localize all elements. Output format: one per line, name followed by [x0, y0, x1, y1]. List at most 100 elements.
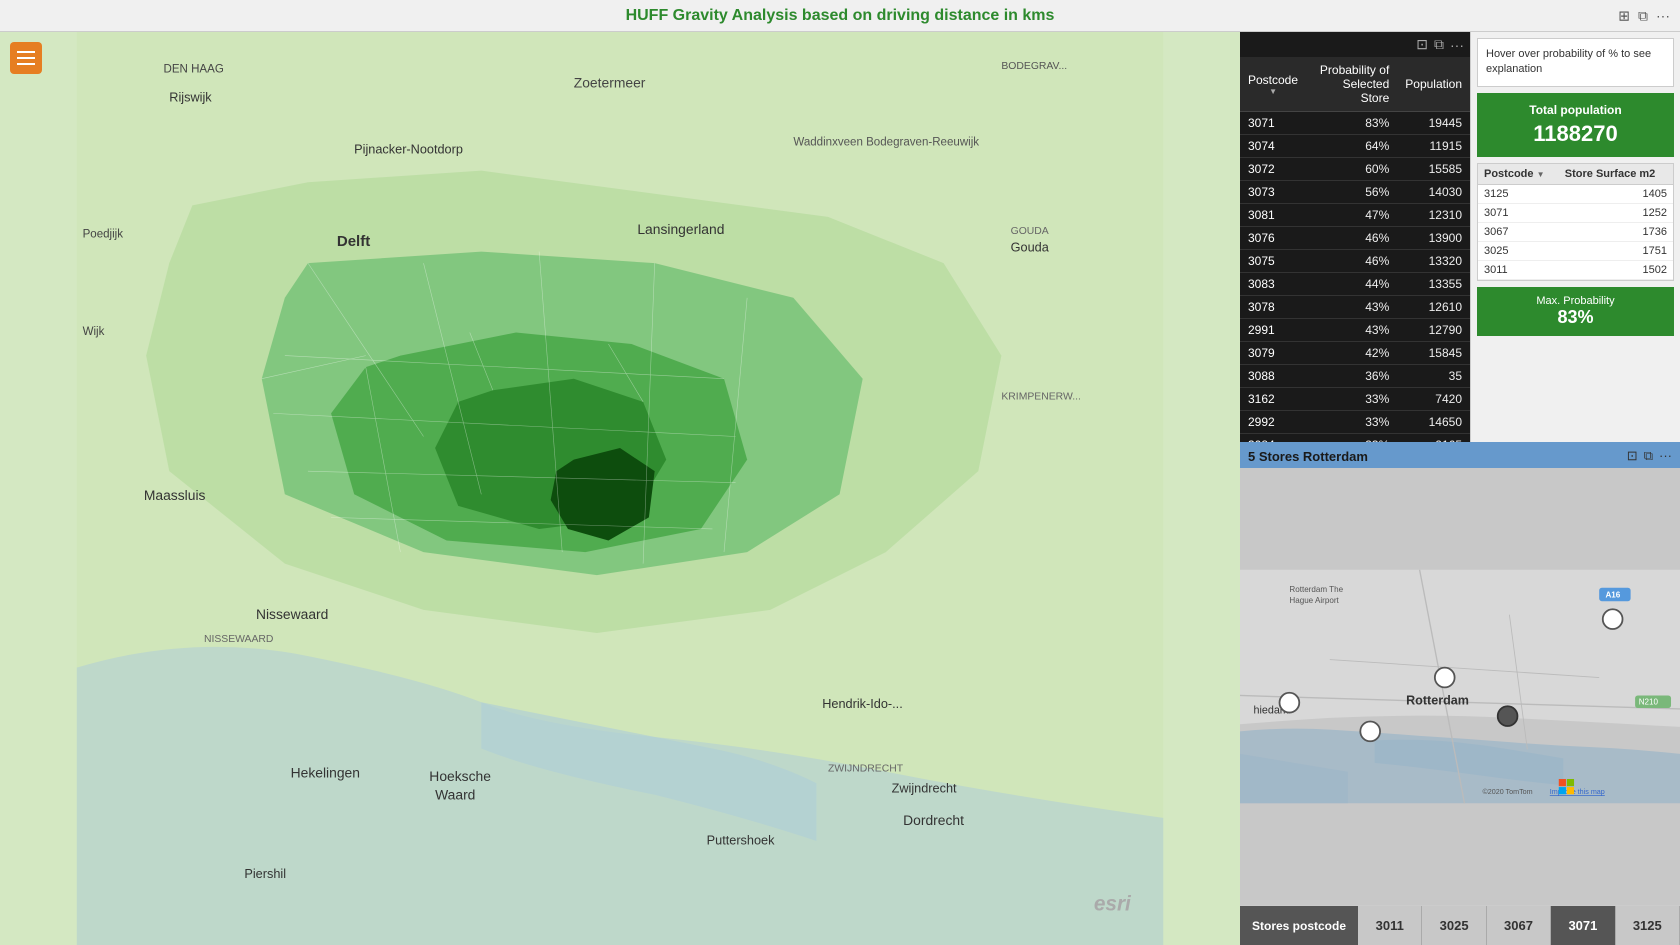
- table-row[interactable]: 3088 36% 35: [1240, 365, 1470, 388]
- postcode-button-3025[interactable]: 3025: [1422, 906, 1486, 945]
- cell-probability: 33%: [1306, 411, 1397, 434]
- cell-postcode: 3081: [1240, 204, 1306, 227]
- main-map[interactable]: DEN HAAG Rijswijk Pijnacker-Nootdorp Zoe…: [0, 32, 1240, 945]
- svg-text:Rotterdam: Rotterdam: [1406, 693, 1469, 707]
- store-cell-surface: 1252: [1559, 203, 1673, 222]
- postcode-buttons: 30113025306730713125: [1358, 906, 1680, 945]
- store-table-row[interactable]: 3011 1502: [1478, 260, 1673, 279]
- table-header-bar: ⊡ ⧉ ···: [1240, 32, 1470, 57]
- probability-table: Postcode ▼ Probability of Selected Store…: [1240, 57, 1470, 442]
- store-col-postcode[interactable]: Postcode ▼: [1478, 164, 1559, 185]
- postcode-button-3125[interactable]: 3125: [1616, 906, 1680, 945]
- cell-population: 7420: [1397, 388, 1470, 411]
- postcode-button-3011[interactable]: 3011: [1358, 906, 1422, 945]
- stores-expand-icon[interactable]: ⧉: [1644, 448, 1653, 464]
- stores-header-controls: ⊡ ⧉ ···: [1627, 448, 1672, 464]
- table-row[interactable]: 3072 60% 15585: [1240, 158, 1470, 181]
- svg-text:N210: N210: [1639, 697, 1659, 706]
- more-icon[interactable]: ···: [1656, 7, 1670, 24]
- store-table-row[interactable]: 3071 1252: [1478, 203, 1673, 222]
- table-filter-icon[interactable]: ⊡: [1416, 36, 1428, 53]
- postcode-button-3067[interactable]: 3067: [1487, 906, 1551, 945]
- cell-postcode: 2992: [1240, 411, 1306, 434]
- bottom-bar: Stores postcode 30113025306730713125: [1240, 905, 1680, 945]
- cell-postcode: 3162: [1240, 388, 1306, 411]
- table-row[interactable]: 3079 42% 15845: [1240, 342, 1470, 365]
- table-row[interactable]: 3084 33% 2165: [1240, 434, 1470, 443]
- cell-population: 15585: [1397, 158, 1470, 181]
- hover-tooltip: Hover over probability of % to see expla…: [1477, 38, 1674, 87]
- svg-text:Piershil: Piershil: [244, 866, 286, 881]
- stores-map-section: 5 Stores Rotterdam ⊡ ⧉ ···: [1240, 442, 1680, 945]
- svg-text:Poedjijk: Poedjijk: [83, 229, 124, 241]
- svg-text:ZWIJNDRECHT: ZWIJNDRECHT: [828, 764, 904, 775]
- cell-population: 2165: [1397, 434, 1470, 443]
- top-right-section: ⊡ ⧉ ··· Postcode ▼: [1240, 32, 1680, 442]
- store-table-row[interactable]: 3025 1751: [1478, 241, 1673, 260]
- store-table-row[interactable]: 3067 1736: [1478, 222, 1673, 241]
- cell-population: 12610: [1397, 296, 1470, 319]
- stores-map-canvas[interactable]: A16 N210 Rotterdam The Hague Airport Rot…: [1240, 468, 1680, 905]
- table-expand-icon[interactable]: ⧉: [1434, 36, 1444, 53]
- table-row[interactable]: 3162 33% 7420: [1240, 388, 1470, 411]
- table-row[interactable]: 2991 43% 12790: [1240, 319, 1470, 342]
- cell-probability: 56%: [1306, 181, 1397, 204]
- stores-filter-icon[interactable]: ⊡: [1627, 448, 1638, 464]
- store-cell-surface: 1751: [1559, 241, 1673, 260]
- svg-text:BODEGRAV...: BODEGRAV...: [1001, 61, 1067, 72]
- svg-text:Puttershoek: Puttershoek: [707, 832, 775, 847]
- col-postcode[interactable]: Postcode ▼: [1240, 57, 1306, 112]
- expand-icon[interactable]: ⧉: [1638, 7, 1648, 24]
- svg-text:Rijswijk: Rijswijk: [169, 89, 212, 104]
- table-row[interactable]: 3073 56% 14030: [1240, 181, 1470, 204]
- table-row[interactable]: 3083 44% 13355: [1240, 273, 1470, 296]
- filter-icon[interactable]: ⊞: [1618, 7, 1630, 24]
- cell-population: 13320: [1397, 250, 1470, 273]
- store-col-surface[interactable]: Store Surface m2: [1559, 164, 1673, 185]
- table-row[interactable]: 3076 46% 13900: [1240, 227, 1470, 250]
- page-title: HUFF Gravity Analysis based on driving d…: [626, 7, 1055, 25]
- cell-postcode: 3076: [1240, 227, 1306, 250]
- cell-probability: 42%: [1306, 342, 1397, 365]
- svg-text:Zoetermeer: Zoetermeer: [574, 74, 646, 90]
- cell-population: 15845: [1397, 342, 1470, 365]
- svg-text:Dordrecht: Dordrecht: [903, 812, 964, 828]
- stores-map-header: 5 Stores Rotterdam ⊡ ⧉ ···: [1240, 444, 1680, 468]
- table-row[interactable]: 3081 47% 12310: [1240, 204, 1470, 227]
- cell-postcode: 3075: [1240, 250, 1306, 273]
- info-panel: Hover over probability of % to see expla…: [1470, 32, 1680, 442]
- cell-population: 12790: [1397, 319, 1470, 342]
- cell-postcode: 3074: [1240, 135, 1306, 158]
- cell-probability: 36%: [1306, 365, 1397, 388]
- svg-text:esri: esri: [1094, 892, 1132, 915]
- table-row[interactable]: 3074 64% 11915: [1240, 135, 1470, 158]
- store-table-row[interactable]: 3125 1405: [1478, 184, 1673, 203]
- cell-probability: 46%: [1306, 250, 1397, 273]
- col-probability[interactable]: Probability of Selected Store: [1306, 57, 1397, 112]
- postcode-button-3071[interactable]: 3071: [1551, 906, 1615, 945]
- col-population[interactable]: Population: [1397, 57, 1470, 112]
- table-row[interactable]: 3075 46% 13320: [1240, 250, 1470, 273]
- cell-postcode: 3084: [1240, 434, 1306, 443]
- cell-population: 19445: [1397, 112, 1470, 135]
- table-row[interactable]: 2992 33% 14650: [1240, 411, 1470, 434]
- svg-text:Hekelingen: Hekelingen: [291, 764, 360, 780]
- table-row[interactable]: 3078 43% 12610: [1240, 296, 1470, 319]
- cell-postcode: 3088: [1240, 365, 1306, 388]
- cell-population: 13900: [1397, 227, 1470, 250]
- hamburger-menu[interactable]: [10, 42, 42, 74]
- stores-more-icon[interactable]: ···: [1659, 448, 1672, 464]
- table-more-icon[interactable]: ···: [1450, 37, 1464, 53]
- store-cell-postcode: 3071: [1478, 203, 1559, 222]
- cell-probability: 47%: [1306, 204, 1397, 227]
- svg-text:Waard: Waard: [435, 786, 475, 802]
- map-svg: DEN HAAG Rijswijk Pijnacker-Nootdorp Zoe…: [0, 32, 1240, 945]
- title-bar: HUFF Gravity Analysis based on driving d…: [0, 0, 1680, 32]
- table-scroll[interactable]: Postcode ▼ Probability of Selected Store…: [1240, 57, 1470, 442]
- cell-population: 14650: [1397, 411, 1470, 434]
- stores-map-svg: A16 N210 Rotterdam The Hague Airport Rot…: [1240, 468, 1680, 905]
- svg-text:NISSEWAARD: NISSEWAARD: [204, 634, 273, 645]
- store-cell-postcode: 3067: [1478, 222, 1559, 241]
- table-row[interactable]: 3071 83% 19445: [1240, 112, 1470, 135]
- svg-text:Hoeksche: Hoeksche: [429, 768, 491, 784]
